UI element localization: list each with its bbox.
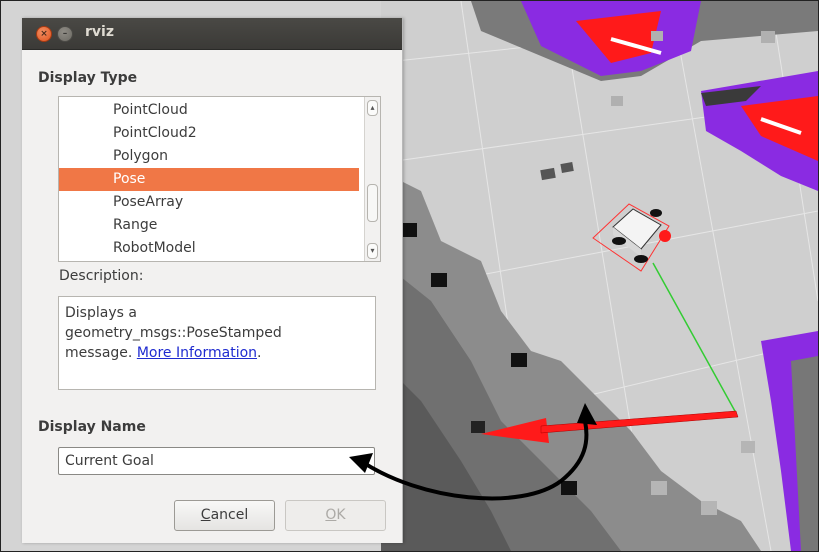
display-name-input[interactable]: Current Goal: [58, 447, 375, 475]
description-label: Description:: [59, 268, 144, 284]
list-item-pointcloud[interactable]: PointCloud: [59, 99, 359, 122]
list-item-robotmodel[interactable]: RobotModel: [59, 237, 359, 260]
more-information-link[interactable]: More Information: [137, 345, 257, 361]
ok-button[interactable]: OK: [285, 500, 386, 531]
description-prefix: message.: [65, 345, 137, 361]
list-scrollbar[interactable]: ▴ ▾: [364, 97, 380, 261]
minimize-icon[interactable]: –: [57, 26, 73, 42]
scroll-up-icon[interactable]: ▴: [367, 100, 378, 116]
scroll-thumb[interactable]: [367, 184, 378, 222]
description-line-2: geometry_msgs::PoseStamped: [65, 325, 282, 341]
cancel-button[interactable]: Cancel: [174, 500, 275, 531]
display-name-heading: Display Name: [38, 419, 146, 435]
description-line-3: message. More Information.: [65, 343, 369, 363]
display-type-heading: Display Type: [38, 70, 138, 86]
description-suffix: .: [257, 345, 262, 361]
scroll-down-icon[interactable]: ▾: [367, 243, 378, 259]
display-type-list[interactable]: PointCloud PointCloud2 Polygon Pose Pose…: [58, 96, 381, 262]
description-box: Displays a geometry_msgs::PoseStamped me…: [58, 296, 376, 390]
list-item-range[interactable]: Range: [59, 214, 359, 237]
close-icon[interactable]: ×: [36, 26, 52, 42]
title-bar[interactable]: × – rviz: [22, 18, 402, 50]
description-line-1: Displays a: [65, 305, 137, 321]
list-item-pointcloud2[interactable]: PointCloud2: [59, 122, 359, 145]
screenshot-frame: × – rviz Display Type PointCloud PointCl…: [0, 0, 819, 552]
add-display-dialog: × – rviz Display Type PointCloud PointCl…: [22, 18, 403, 543]
list-item-posearray[interactable]: PoseArray: [59, 191, 359, 214]
list-item-polygon[interactable]: Polygon: [59, 145, 359, 168]
list-item-pose[interactable]: Pose: [59, 168, 359, 191]
window-title: rviz: [85, 24, 114, 40]
